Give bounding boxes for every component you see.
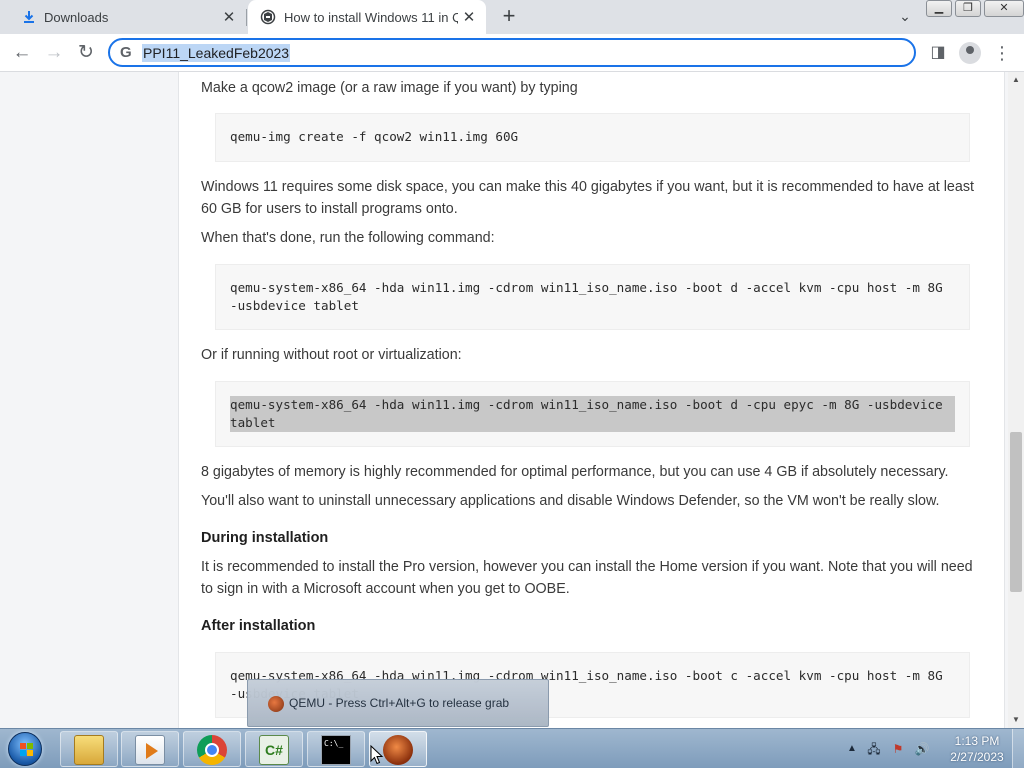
close-icon[interactable]: ✕	[458, 8, 480, 26]
windows-orb-icon	[8, 732, 42, 766]
cmd-icon: C:\_	[321, 735, 351, 765]
mouse-cursor-icon	[370, 745, 384, 765]
paragraph-qcow2: Make a qcow2 image (or a raw image if yo…	[201, 80, 578, 96]
code-block-create: qemu-img create -f qcow2 win11.img 60G	[215, 113, 970, 162]
qemu-tooltip: QEMU - Press Ctrl+Alt+G to release grab	[247, 679, 549, 727]
heading-after-installation: After installation	[201, 618, 316, 634]
scroll-down-arrow[interactable]: ▼	[1008, 712, 1024, 728]
windows-taskbar: C# C:\_ ▲ 🖧 ⚑ 🔊 1:13 PM 2/27/2023	[0, 728, 1024, 768]
forward-button[interactable]: →	[40, 39, 68, 67]
show-hidden-icons-icon[interactable]: ▲	[844, 741, 860, 757]
clock-date: 2/27/2023	[950, 750, 1004, 764]
qemu-icon	[383, 735, 413, 765]
chevron-down-icon[interactable]: ⌄	[893, 8, 917, 26]
taskbar-command-prompt[interactable]: C:\_	[307, 731, 365, 767]
heading-during-installation: During installation	[201, 530, 329, 546]
clock-time: 1:13 PM	[954, 734, 1000, 748]
taskbar-chrome[interactable]	[183, 731, 241, 767]
tab-title: Downloads	[44, 9, 109, 25]
qemu-icon	[268, 696, 284, 712]
tooltip-text: QEMU - Press Ctrl+Alt+G to release grab	[289, 696, 510, 710]
tab-downloads[interactable]: Downloads ✕	[0, 0, 246, 34]
article-body: Make a qcow2 image (or a raw image if yo…	[178, 72, 1005, 728]
new-tab-button[interactable]: +	[497, 4, 521, 28]
paragraph-uninstall: You'll also want to uninstall unnecessar…	[201, 493, 940, 509]
folder-icon	[74, 735, 104, 765]
paragraph-no-root: Or if running without root or virtualiza…	[201, 347, 462, 363]
code-text: qemu-system-x86_64 -hda win11.img -cdrom…	[230, 280, 951, 313]
address-bar[interactable]: G PPI11_LeakedFeb2023	[108, 38, 916, 67]
side-panel-button[interactable]: ◨	[924, 39, 952, 67]
start-button[interactable]	[4, 730, 48, 768]
clock[interactable]: 1:13 PM 2/27/2023	[942, 733, 1012, 765]
maximize-button[interactable]: ❐	[955, 0, 981, 17]
menu-button[interactable]: ⋮	[988, 39, 1016, 67]
code-block-kvm: qemu-system-x86_64 -hda win11.img -cdrom…	[215, 264, 970, 330]
taskbar-csharp[interactable]: C#	[245, 731, 303, 767]
avatar-icon	[959, 42, 981, 64]
action-center-flag-icon[interactable]: ⚑	[890, 741, 906, 757]
tab-how-to-install-windows-11[interactable]: How to install Windows 11 in QEMU ✕	[248, 0, 486, 34]
close-window-button[interactable]: ✕	[984, 0, 1024, 17]
paragraph-memory: 8 gigabytes of memory is highly recommen…	[201, 464, 949, 480]
tab-strip: Downloads ✕ How to install Windows 11 in…	[0, 0, 1024, 34]
network-icon[interactable]: 🖧	[866, 741, 882, 757]
page-scrollbar[interactable]: ▲ ▼	[1008, 72, 1024, 728]
code-text: qemu-img create -f qcow2 win11.img 60G	[230, 129, 519, 144]
media-player-icon	[135, 735, 165, 765]
code-block-epyc: qemu-system-x86_64 -hda win11.img -cdrom…	[215, 381, 970, 447]
taskbar-media-player[interactable]	[121, 731, 179, 767]
address-bar-text[interactable]: PPI11_LeakedFeb2023	[142, 44, 291, 62]
paragraph-run-command: When that's done, run the following comm…	[201, 230, 495, 246]
chrome-icon	[197, 735, 227, 765]
download-icon	[24, 11, 34, 23]
show-desktop-button[interactable]	[1012, 729, 1024, 768]
code-text-selected: qemu-system-x86_64 -hda win11.img -cdrom…	[230, 396, 955, 432]
minimize-button[interactable]: ▁	[926, 0, 952, 17]
tab-title: How to install Windows 11 in QEMU	[284, 9, 458, 25]
page-viewport: Make a qcow2 image (or a raw image if yo…	[0, 72, 1008, 728]
paragraph-pro-version: It is recommended to install the Pro ver…	[201, 559, 973, 597]
site-favicon	[260, 9, 276, 25]
taskbar-explorer[interactable]	[60, 731, 118, 767]
system-tray: ▲ 🖧 ⚑ 🔊 1:13 PM 2/27/2023	[842, 729, 1024, 768]
scrollbar-thumb[interactable]	[1010, 432, 1022, 592]
profile-button[interactable]	[956, 39, 984, 67]
google-icon: G	[120, 44, 132, 61]
paragraph-disk-space: Windows 11 requires some disk space, you…	[201, 179, 974, 217]
window-controls: ▁ ❐ ✕	[926, 0, 1024, 18]
volume-icon[interactable]: 🔊	[914, 741, 930, 757]
csharp-icon: C#	[259, 735, 289, 765]
tab-separator	[246, 9, 247, 26]
browser-toolbar: ← → ↻ G PPI11_LeakedFeb2023 ◨ ⋮	[0, 34, 1024, 72]
reload-button[interactable]: ↻	[72, 39, 100, 67]
back-button[interactable]: ←	[8, 39, 36, 67]
close-icon[interactable]: ✕	[218, 8, 240, 26]
scroll-up-arrow[interactable]: ▲	[1008, 72, 1024, 88]
